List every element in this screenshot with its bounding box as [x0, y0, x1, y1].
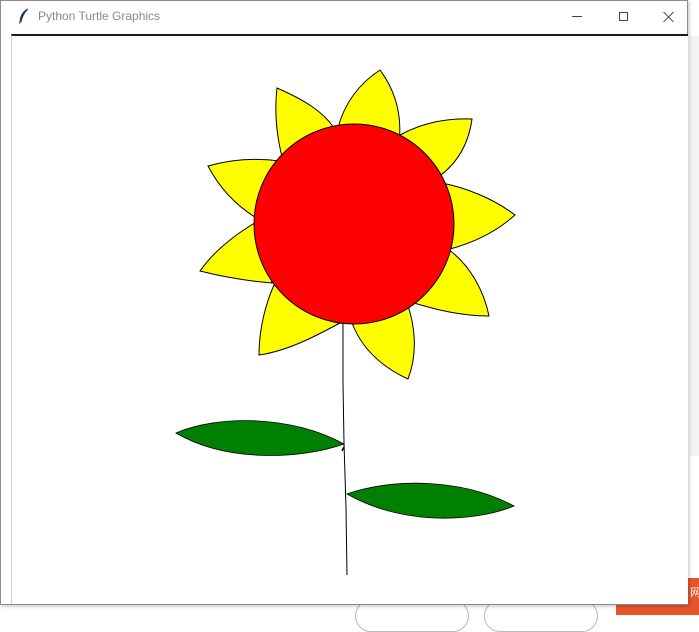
flower-drawing [175, 69, 516, 576]
flower-stem-tick [341, 446, 345, 452]
right-leaf [346, 482, 515, 519]
turtle-canvas[interactable] [11, 34, 688, 604]
left-leaf [175, 420, 345, 456]
turtle-window: Python Turtle Graphics [0, 0, 688, 605]
flower-center [253, 123, 455, 325]
